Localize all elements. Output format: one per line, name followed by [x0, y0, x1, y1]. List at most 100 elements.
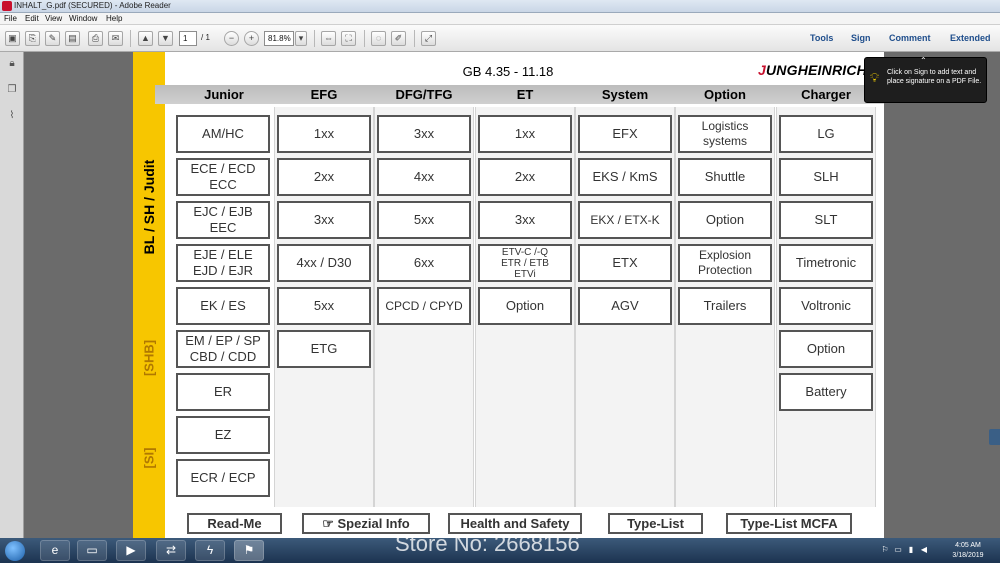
- zoom-dropdown-icon[interactable]: ▾: [295, 31, 307, 46]
- option-explosion-protection-button[interactable]: Explosion Protection: [678, 244, 772, 282]
- read-mode-icon[interactable]: ⤢: [421, 31, 436, 46]
- next-page-icon[interactable]: ▼: [158, 31, 173, 46]
- system-etx-button[interactable]: ETX: [578, 244, 672, 282]
- internet-explorer-icon[interactable]: e: [40, 540, 70, 561]
- toolbar-divider: [314, 30, 315, 47]
- option-logistics-systems-button[interactable]: Logistics systems: [678, 115, 772, 153]
- zoom-in-icon[interactable]: +: [244, 31, 259, 46]
- junior-am-hc-button[interactable]: AM/HC: [176, 115, 270, 153]
- adobe-reader-taskbar-icon[interactable]: ⚑: [234, 540, 264, 561]
- fit-width-icon[interactable]: ⇔: [321, 31, 336, 46]
- column-header-et: ET: [516, 87, 534, 102]
- comment-bubble-icon[interactable]: ◌: [371, 31, 386, 46]
- flag-tray-icon[interactable]: ⚐: [880, 545, 890, 555]
- efg-4xx-d30-button[interactable]: 4xx / D30: [277, 244, 371, 282]
- volume-tray-icon[interactable]: ◀: [919, 545, 929, 555]
- clock-date: 3/18/2019: [952, 552, 984, 559]
- charger-voltronic-button[interactable]: Voltronic: [779, 287, 873, 325]
- junior-em-ep-sp-button[interactable]: EM / EP / SP CBD / CDD: [176, 330, 270, 368]
- junior-er-button[interactable]: ER: [176, 373, 270, 411]
- junior-ecr-ecp-button[interactable]: ECR / ECP: [176, 459, 270, 497]
- efg-3xx-button[interactable]: 3xx: [277, 201, 371, 239]
- efg-etg-button[interactable]: ETG: [277, 330, 371, 368]
- document-title: GB 4.35 - 11.18: [462, 64, 554, 79]
- store-watermark: Store No: 2668156: [395, 531, 580, 556]
- open-file-icon[interactable]: ⎘: [25, 31, 40, 46]
- side-label-si[interactable]: [SI]: [142, 448, 157, 469]
- dfg-cpcd-cpyd-button[interactable]: CPCD / CPYD: [377, 287, 471, 325]
- fit-page-icon[interactable]: ⛶: [341, 31, 356, 46]
- menu-edit[interactable]: Edit: [25, 14, 39, 23]
- et-2xx-button[interactable]: 2xx: [478, 158, 572, 196]
- charger-timetronic-button[interactable]: Timetronic: [779, 244, 873, 282]
- junior-ez-button[interactable]: EZ: [176, 416, 270, 454]
- window-title: INHALT_G.pdf (SECURED) - Adobe Reader: [14, 1, 171, 10]
- charger-battery-button[interactable]: Battery: [779, 373, 873, 411]
- junior-eje-ele-button[interactable]: EJE / ELE EJD / EJR: [176, 244, 270, 282]
- charger-option-button[interactable]: Option: [779, 330, 873, 368]
- junior-ejc-ejb-button[interactable]: EJC / EJB EEC: [176, 201, 270, 239]
- media-player-icon[interactable]: ▶: [116, 540, 146, 561]
- system-efx-button[interactable]: EFX: [578, 115, 672, 153]
- option-option-button[interactable]: Option: [678, 201, 772, 239]
- system-eks-kms-button[interactable]: EKS / KmS: [578, 158, 672, 196]
- dfg-4xx-button[interactable]: 4xx: [377, 158, 471, 196]
- et-option-button[interactable]: Option: [478, 287, 572, 325]
- type-list-mcfa-button[interactable]: Type-List MCFA: [726, 513, 852, 534]
- toolbar-divider: [414, 30, 415, 47]
- create-pdf-icon[interactable]: ▣: [5, 31, 20, 46]
- menu-window[interactable]: Window: [69, 14, 97, 23]
- save-icon[interactable]: ▤: [65, 31, 80, 46]
- menu-help[interactable]: Help: [106, 14, 122, 23]
- zoom-out-icon[interactable]: −: [224, 31, 239, 46]
- junior-ek-es-button[interactable]: EK / ES: [176, 287, 270, 325]
- efg-5xx-button[interactable]: 5xx: [277, 287, 371, 325]
- type-list-button[interactable]: Type-List: [608, 513, 703, 534]
- lock-icon[interactable]: 🔒︎: [6, 58, 18, 70]
- file-explorer-icon[interactable]: ▭: [77, 540, 107, 561]
- read-me-button[interactable]: Read-Me: [187, 513, 282, 534]
- dfg-3xx-button[interactable]: 3xx: [377, 115, 471, 153]
- side-panel-handle[interactable]: [989, 429, 1000, 445]
- charger-slt-button[interactable]: SLT: [779, 201, 873, 239]
- option-trailers-button[interactable]: Trailers: [678, 287, 772, 325]
- menu-bar: File Edit View Window Help: [0, 13, 1000, 25]
- print-icon[interactable]: ⎙: [88, 31, 103, 46]
- edit-icon[interactable]: ✎: [45, 31, 60, 46]
- highlight-icon[interactable]: ✐: [391, 31, 406, 46]
- system-clock[interactable]: 4:05 AM 3/18/2019: [940, 541, 996, 561]
- teamviewer-icon[interactable]: ⇄: [156, 540, 186, 561]
- sign-link[interactable]: Sign: [851, 33, 871, 43]
- et-3xx-button[interactable]: 3xx: [478, 201, 572, 239]
- et-1xx-button[interactable]: 1xx: [478, 115, 572, 153]
- system-agv-button[interactable]: AGV: [578, 287, 672, 325]
- pages-icon[interactable]: ❐: [6, 84, 18, 96]
- windows-start-icon[interactable]: [5, 541, 25, 561]
- charger-lg-button[interactable]: LG: [779, 115, 873, 153]
- comment-link[interactable]: Comment: [889, 33, 931, 43]
- dfg-5xx-button[interactable]: 5xx: [377, 201, 471, 239]
- zoom-level-input[interactable]: 81.8%: [264, 31, 294, 46]
- display-tray-icon[interactable]: ▭: [893, 545, 903, 555]
- side-label-shb[interactable]: [SHB]: [142, 340, 157, 376]
- email-icon[interactable]: ✉: [108, 31, 123, 46]
- page-number-input[interactable]: 1: [179, 31, 197, 46]
- lightbulb-icon: 💡︎: [870, 70, 880, 85]
- et-etv-etr-button[interactable]: ETV-C /-Q ETR / ETB ETVi: [478, 244, 572, 282]
- efg-1xx-button[interactable]: 1xx: [277, 115, 371, 153]
- junior-ece-ecd-button[interactable]: ECE / ECD ECC: [176, 158, 270, 196]
- network-tray-icon[interactable]: ▮: [906, 545, 916, 555]
- menu-file[interactable]: File: [4, 14, 17, 23]
- charger-slh-button[interactable]: SLH: [779, 158, 873, 196]
- speed-app-icon[interactable]: ϟ: [195, 540, 225, 561]
- menu-view[interactable]: View: [45, 14, 62, 23]
- dfg-6xx-button[interactable]: 6xx: [377, 244, 471, 282]
- attachment-icon[interactable]: ⌇: [6, 110, 18, 122]
- efg-2xx-button[interactable]: 2xx: [277, 158, 371, 196]
- extended-link[interactable]: Extended: [950, 33, 991, 43]
- previous-page-icon[interactable]: ▲: [138, 31, 153, 46]
- side-label-bl-sh-judit[interactable]: BL / SH / Judit: [141, 160, 157, 255]
- tools-link[interactable]: Tools: [810, 33, 833, 43]
- system-ekx-etx-k-button[interactable]: EKX / ETX-K: [578, 201, 672, 239]
- option-shuttle-button[interactable]: Shuttle: [678, 158, 772, 196]
